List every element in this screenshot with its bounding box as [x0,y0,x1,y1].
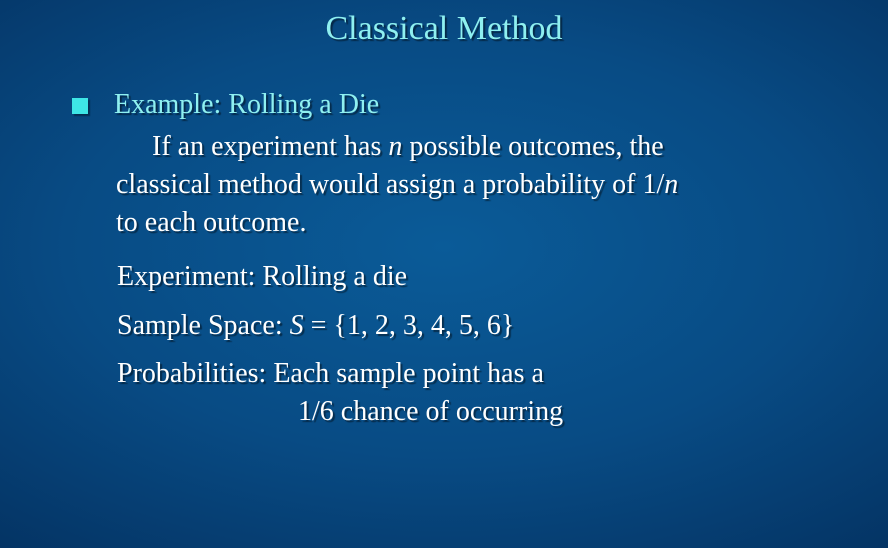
definition-line-3: to each outcome. [116,207,307,238]
sample-space-value: = {1, 2, 3, 4, 5, 6} [303,310,515,341]
definition-text: classical method would assign a probabil… [116,169,665,200]
definition-text: If an experiment has [152,131,389,162]
experiment-line: Experiment: Rolling a die [117,261,408,292]
definition-line-2: classical method would assign a probabil… [116,169,678,201]
variable-n: n [388,131,403,162]
slide: Classical Method Example: Rolling a Die … [0,0,888,548]
definition-text: possible outcomes, the [402,131,664,162]
square-bullet-icon [72,98,88,114]
variable-s: S [289,310,304,341]
definition-line-1: If an experiment has n possible outcomes… [152,131,664,163]
variable-n: n [664,169,679,200]
example-heading: Example: Rolling a Die [114,89,380,120]
probabilities-line-2: 1/6 chance of occurring [298,396,564,427]
sample-space-line: Sample Space: S = {1, 2, 3, 4, 5, 6} [117,310,514,342]
probabilities-line-1: Probabilities: Each sample point has a [117,358,544,389]
slide-title: Classical Method [325,10,563,47]
sample-space-label: Sample Space: [117,310,290,341]
